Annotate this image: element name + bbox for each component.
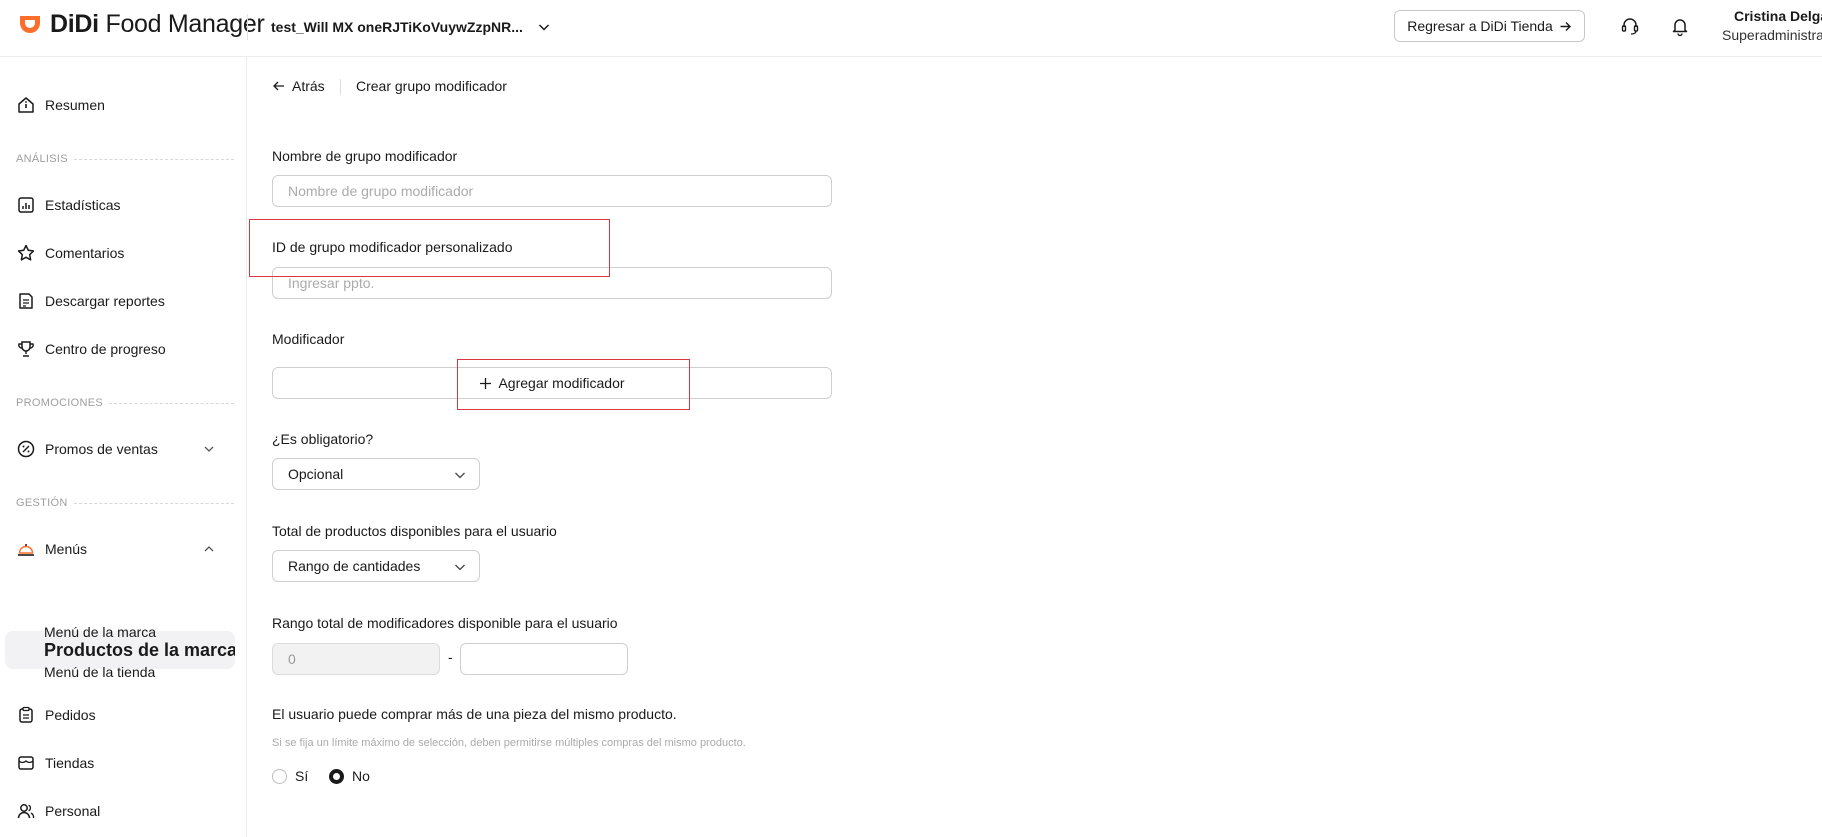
sidebar-item-label: Tiendas	[45, 755, 95, 771]
section-label-text: ANÁLISIS	[16, 153, 68, 165]
page-title: Crear grupo modificador	[356, 78, 507, 94]
arrow-left-icon	[273, 81, 284, 91]
custom-id-input[interactable]	[272, 267, 832, 299]
sidebar-item-label: Personal	[45, 803, 101, 819]
section-label-text: GESTIÓN	[16, 497, 68, 509]
sidebar-item-progress-center[interactable]: Centro de progreso	[16, 337, 216, 361]
sidebar-item-summary[interactable]: Resumen	[16, 93, 216, 117]
chevron-up-icon	[204, 546, 214, 552]
chevron-down-icon	[455, 564, 465, 571]
breadcrumb-divider	[340, 79, 341, 95]
didi-logo-icon	[20, 16, 40, 33]
add-modifier-button[interactable]: Agregar modificador	[272, 367, 832, 399]
radio-yes-label: Sí	[295, 768, 309, 784]
chevron-down-icon	[204, 446, 214, 452]
back-to-didi-store-button[interactable]: Regresar a DiDi Tienda	[1394, 10, 1585, 42]
radio-no-label: No	[352, 768, 370, 784]
range-max-input[interactable]	[460, 643, 628, 675]
sidebar-item-label: Menús	[45, 541, 88, 557]
store-name: test_Will MX oneRJTiKoVuywZzpNR...	[271, 19, 523, 35]
logo-product: Food Manager	[105, 9, 265, 38]
logo-text: DiDi Food Manager	[50, 9, 265, 39]
sidebar-item-sales-promos[interactable]: Promos de ventas	[16, 437, 216, 461]
sidebar-item-label: Productos de la marca	[44, 639, 235, 660]
sidebar-item-label: Estadísticas	[45, 197, 121, 213]
trophy-icon	[18, 341, 34, 357]
total-products-select[interactable]: Rango de cantidades	[272, 550, 480, 582]
logo-brand: DiDi	[50, 9, 99, 38]
user-role: Superadministrador	[1722, 27, 1822, 43]
back-to-store-label: Regresar a DiDi Tienda	[1407, 18, 1553, 34]
clipboard-icon	[19, 706, 33, 723]
sidebar-item-orders[interactable]: Pedidos	[16, 703, 216, 727]
radio-option-no[interactable]: No	[329, 768, 370, 784]
users-icon	[17, 804, 35, 819]
storefront-icon	[18, 756, 34, 770]
range-min-input	[272, 643, 440, 675]
multi-buy-label: El usuario puede comprar más de una piez…	[272, 706, 677, 722]
sidebar-item-label: Pedidos	[45, 707, 96, 723]
home-info-icon	[18, 97, 34, 113]
multi-buy-helper-text: Si se fija un límite máximo de selección…	[272, 737, 746, 749]
section-label-text: PROMOCIONES	[16, 397, 104, 409]
chart-icon	[18, 197, 34, 213]
plus-icon	[480, 377, 492, 389]
radio-option-yes[interactable]: Sí	[272, 768, 308, 784]
modifier-label: Modificador	[272, 331, 345, 347]
section-divider	[73, 158, 234, 160]
required-label: ¿Es obligatorio?	[272, 431, 374, 447]
sidebar-item-brand-menu[interactable]: Menú de la marca	[44, 624, 156, 640]
radio-circle-no-selected	[329, 768, 344, 784]
sidebar: Resumen ANÁLISIS Estadísticas Comentario…	[0, 57, 247, 837]
sidebar-item-comments[interactable]: Comentarios	[16, 241, 216, 265]
cloche-icon	[18, 544, 34, 556]
sidebar-item-store-menu[interactable]: Menú de la tienda	[44, 664, 155, 680]
section-label-analysis: ANÁLISIS	[16, 151, 234, 167]
section-label-management: GESTIÓN	[16, 495, 234, 511]
required-select[interactable]: Opcional	[272, 458, 480, 490]
group-name-label: Nombre de grupo modificador	[272, 148, 458, 164]
back-link[interactable]: Atrás	[272, 78, 325, 94]
radio-circle-yes	[272, 768, 287, 784]
total-products-select-value: Rango de cantidades	[288, 558, 421, 574]
sidebar-item-label: Descargar reportes	[45, 293, 165, 309]
sidebar-item-label: Resumen	[45, 97, 105, 113]
section-divider	[73, 502, 234, 504]
main-content: Atrás Crear grupo modificador Nombre de …	[248, 57, 1822, 837]
headset-support-icon[interactable]	[1619, 15, 1641, 37]
sidebar-item-download-reports[interactable]: Descargar reportes	[16, 289, 216, 313]
discount-badge-icon	[17, 440, 35, 458]
star-icon	[17, 244, 35, 261]
group-name-input[interactable]	[272, 175, 832, 207]
custom-id-label: ID de grupo modificador personalizado	[272, 239, 513, 255]
user-name[interactable]: Cristina Delgado	[1734, 8, 1822, 24]
sidebar-item-statistics[interactable]: Estadísticas	[16, 193, 216, 217]
report-icon	[19, 293, 33, 309]
sidebar-item-label: Promos de ventas	[45, 441, 158, 457]
store-selector[interactable]: test_Will MX oneRJTiKoVuywZzpNR...	[271, 14, 551, 40]
didi-food-manager-logo[interactable]: DiDi Food Manager	[16, 9, 265, 39]
section-divider	[109, 402, 234, 404]
sidebar-item-staff[interactable]: Personal	[16, 799, 216, 823]
sidebar-item-label: Comentarios	[45, 245, 125, 261]
sidebar-item-label: Centro de progreso	[45, 341, 166, 357]
required-select-value: Opcional	[288, 466, 344, 482]
total-products-label: Total de productos disponibles para el u…	[272, 523, 557, 539]
top-header: DiDi Food Manager test_Will MX oneRJTiKo…	[0, 0, 1822, 57]
back-label: Atrás	[292, 78, 325, 94]
sidebar-item-stores[interactable]: Tiendas	[16, 751, 216, 775]
arrow-right-icon	[1560, 21, 1571, 31]
chevron-down-icon	[538, 24, 549, 31]
section-label-promotions: PROMOCIONES	[16, 395, 234, 411]
add-modifier-label: Agregar modificador	[498, 375, 625, 391]
sidebar-item-menus[interactable]: Menús	[16, 537, 216, 561]
header-divider	[247, 14, 248, 40]
modifier-range-label: Rango total de modificadores disponible …	[272, 615, 618, 631]
bell-notification-icon[interactable]	[1669, 15, 1691, 37]
chevron-down-icon	[455, 472, 465, 479]
range-separator: -	[448, 649, 453, 665]
